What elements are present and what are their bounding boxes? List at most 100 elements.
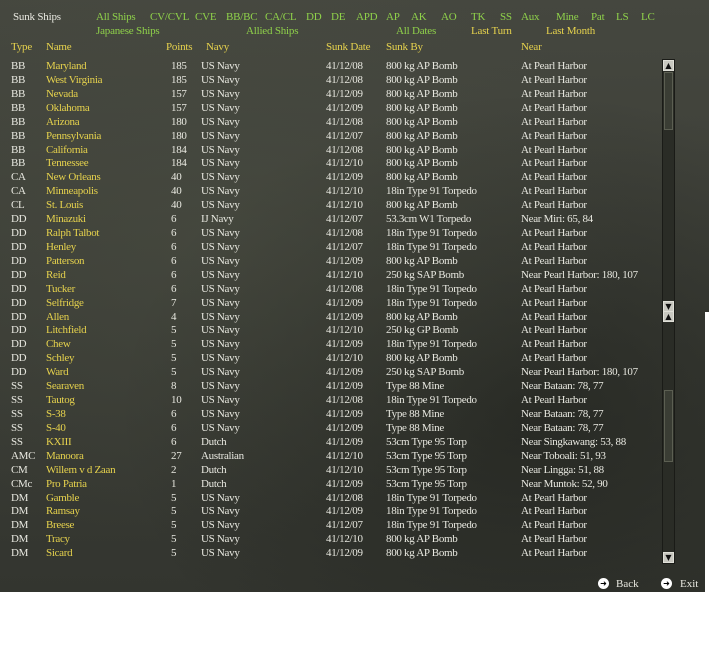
cell-sunk-by: 53cm Type 95 Torp xyxy=(386,435,467,448)
table-row[interactable]: DM Breese 5 US Navy 41/12/07 18in Type 91 Tor… xyxy=(0,518,660,532)
cell-near: At Pearl Harbor xyxy=(521,338,587,351)
table-row[interactable]: BB Oklahoma 157 US Navy 41/12/09 800 kg AP Bo… xyxy=(0,101,660,115)
cell-near: At Pearl Harbor xyxy=(521,87,587,100)
table-row[interactable]: CA Minneapolis 40 US Navy 41/12/10 18in Type … xyxy=(0,184,660,198)
table-row[interactable]: DD Patterson 6 US Navy 41/12/09 800 kg AP Bom… xyxy=(0,254,660,268)
filter-ak[interactable]: AK xyxy=(411,10,427,24)
table-row[interactable]: CL St. Louis 40 US Navy 41/12/10 800 kg AP Bo… xyxy=(0,198,660,212)
filter-ao[interactable]: AO xyxy=(441,10,457,24)
filter-all-ships[interactable]: All Ships xyxy=(96,10,136,24)
table-row[interactable]: SS KXIII 6 Dutch 41/12/09 53cm Type 95 Torp Ne… xyxy=(0,435,660,449)
cell-sunk-by: 18in Type 91 Torpedo xyxy=(386,282,477,295)
filter-dd[interactable]: DD xyxy=(306,10,322,24)
table-row[interactable]: DM Gamble 5 US Navy 41/12/08 18in Type 91 Tor… xyxy=(0,491,660,505)
table-row[interactable]: SS S-38 6 US Navy 41/12/09 Type 88 Mine Near B… xyxy=(0,407,660,421)
table-row[interactable]: BB Arizona 180 US Navy 41/12/08 800 kg AP Bom… xyxy=(0,115,660,129)
table-row[interactable]: BB California 184 US Navy 41/12/08 800 kg AP … xyxy=(0,143,660,157)
col-header-points[interactable]: Points xyxy=(166,40,193,54)
table-row[interactable]: BB West Virginia 185 US Navy 41/12/08 800 kg … xyxy=(0,73,660,87)
table-row[interactable]: DD Henley 6 US Navy 41/12/07 18in Type 91 Tor… xyxy=(0,240,660,254)
table-row[interactable]: DM Ramsay 5 US Navy 41/12/09 18in Type 91 Tor… xyxy=(0,504,660,518)
table-row[interactable]: DD Litchfield 5 US Navy 41/12/10 250 kg GP Bo… xyxy=(0,323,660,337)
col-header-navy[interactable]: Navy xyxy=(206,40,229,54)
cell-sunk-date: 41/12/08 xyxy=(326,394,363,407)
cell-sunk-date: 41/12/09 xyxy=(326,421,363,434)
table-row[interactable]: DD Schley 5 US Navy 41/12/10 800 kg AP Bomb At… xyxy=(0,351,660,365)
cell-sunk-date: 41/12/08 xyxy=(326,143,363,156)
col-header-name[interactable]: Name xyxy=(46,40,72,54)
cell-type: DD xyxy=(11,338,27,351)
filter-cv-cvl[interactable]: CV/CVL xyxy=(150,10,189,24)
table-row[interactable]: SS S-40 6 US Navy 41/12/09 Type 88 Mine Near B… xyxy=(0,421,660,435)
table-row[interactable]: DD Tucker 6 US Navy 41/12/08 18in Type 91 Tor… xyxy=(0,282,660,296)
exit-button[interactable]: Exit xyxy=(680,577,698,591)
filter-all-dates[interactable]: All Dates xyxy=(396,24,436,38)
filter-aux[interactable]: Aux xyxy=(521,10,540,24)
cell-type: BB xyxy=(11,87,26,100)
arrow-down-icon[interactable]: ▼ xyxy=(663,552,674,563)
table-row[interactable]: SS Tautog 10 US Navy 41/12/08 18in Type 91 To… xyxy=(0,393,660,407)
scrollbar-thumb[interactable] xyxy=(664,390,673,462)
cell-points: 5 xyxy=(171,324,177,337)
cell-name: Nevada xyxy=(46,87,78,100)
filter-last-month[interactable]: Last Month xyxy=(546,24,595,38)
table-row[interactable]: CA New Orleans 40 US Navy 41/12/09 800 kg AP … xyxy=(0,170,660,184)
cell-sunk-date: 41/12/09 xyxy=(326,338,363,351)
table-row[interactable]: AMC Manoora 27 Australian 41/12/10 53cm Type … xyxy=(0,449,660,463)
cell-sunk-date: 41/12/08 xyxy=(326,60,363,72)
table-row[interactable]: DD Ward 5 US Navy 41/12/09 250 kg SAP Bomb Nea… xyxy=(0,365,660,379)
cell-type: BB xyxy=(11,60,26,72)
table-row[interactable]: DD Reid 6 US Navy 41/12/10 250 kg SAP Bomb Nea… xyxy=(0,268,660,282)
cell-points: 40 xyxy=(171,199,182,212)
table-row[interactable]: SS Searaven 8 US Navy 41/12/09 Type 88 Mine Ne… xyxy=(0,379,660,393)
filter-last-turn[interactable]: Last Turn xyxy=(471,24,512,38)
table-row[interactable]: CM Willem v d Zaan 2 Dutch 41/12/10 53cm Type… xyxy=(0,463,660,477)
cell-sunk-by: 800 kg AP Bomb xyxy=(386,129,458,142)
cell-sunk-by: 18in Type 91 Torpedo xyxy=(386,519,477,532)
table-row[interactable]: CMc Pro Patria 1 Dutch 41/12/09 53cm Type 95 … xyxy=(0,477,660,491)
cell-sunk-date: 41/12/07 xyxy=(326,240,363,253)
filter-de[interactable]: DE xyxy=(331,10,345,24)
table-row[interactable]: DD Allen 4 US Navy 41/12/09 800 kg AP Bomb At … xyxy=(0,310,660,324)
window-edge xyxy=(705,312,709,592)
exit-arrow-icon[interactable]: ➜ xyxy=(661,578,672,589)
filter-allied-ships[interactable]: Allied Ships xyxy=(246,24,299,38)
col-header-sunk-by[interactable]: Sunk By xyxy=(386,40,423,54)
filter-bb-bc[interactable]: BB/BC xyxy=(226,10,258,24)
filter-mine[interactable]: Mine xyxy=(556,10,579,24)
table-row[interactable]: DD Selfridge 7 US Navy 41/12/09 18in Type 91 … xyxy=(0,296,660,310)
scrollbar-thumb[interactable] xyxy=(664,72,673,130)
cell-sunk-by: 800 kg AP Bomb xyxy=(386,171,458,184)
cell-navy: Dutch xyxy=(201,435,227,448)
cell-name: Chew xyxy=(46,338,71,351)
filter-tk[interactable]: TK xyxy=(471,10,485,24)
table-row[interactable]: DD Chew 5 US Navy 41/12/09 18in Type 91 Torpe… xyxy=(0,337,660,351)
table-row[interactable]: DM Sicard 5 US Navy 41/12/09 800 kg AP Bomb At… xyxy=(0,546,660,560)
filter-pat[interactable]: Pat xyxy=(591,10,605,24)
filter-apd[interactable]: APD xyxy=(356,10,378,24)
col-header-near[interactable]: Near xyxy=(521,40,542,54)
filter-cve[interactable]: CVE xyxy=(195,10,217,24)
back-arrow-icon[interactable]: ➜ xyxy=(598,578,609,589)
col-header-sunk-date[interactable]: Sunk Date xyxy=(326,40,371,54)
table-row[interactable]: DD Minazuki 6 IJ Navy 41/12/07 53.3cm W1 Torp… xyxy=(0,212,660,226)
table-row[interactable]: BB Maryland 185 US Navy 41/12/08 800 kg AP Bo… xyxy=(0,59,660,73)
table-row[interactable]: DD Ralph Talbot 6 US Navy 41/12/08 18in Type … xyxy=(0,226,660,240)
table-row[interactable]: BB Nevada 157 US Navy 41/12/09 800 kg AP Bomb… xyxy=(0,87,660,101)
filter-ls[interactable]: LS xyxy=(616,10,629,24)
col-header-type[interactable]: Type xyxy=(11,40,32,54)
cell-points: 184 xyxy=(171,157,187,170)
filter-ca-cl[interactable]: CA/CL xyxy=(265,10,297,24)
back-button[interactable]: Back xyxy=(616,577,639,591)
arrow-up-icon[interactable]: ▲ xyxy=(663,60,674,71)
table-row[interactable]: DM Tracy 5 US Navy 41/12/10 800 kg AP Bomb At … xyxy=(0,532,660,546)
cell-sunk-date: 41/12/09 xyxy=(326,254,363,267)
filter-japanese-ships[interactable]: Japanese Ships xyxy=(96,24,160,38)
table-row[interactable]: BB Pennsylvania 180 US Navy 41/12/07 800 kg A… xyxy=(0,129,660,143)
filter-lc[interactable]: LC xyxy=(641,10,655,24)
table-row[interactable]: BB Tennessee 184 US Navy 41/12/10 800 kg AP B… xyxy=(0,156,660,170)
filter-ap[interactable]: AP xyxy=(386,10,400,24)
arrow-up-icon[interactable]: ▲ xyxy=(663,311,674,322)
filter-ss[interactable]: SS xyxy=(500,10,512,24)
cell-type: DM xyxy=(11,519,29,532)
